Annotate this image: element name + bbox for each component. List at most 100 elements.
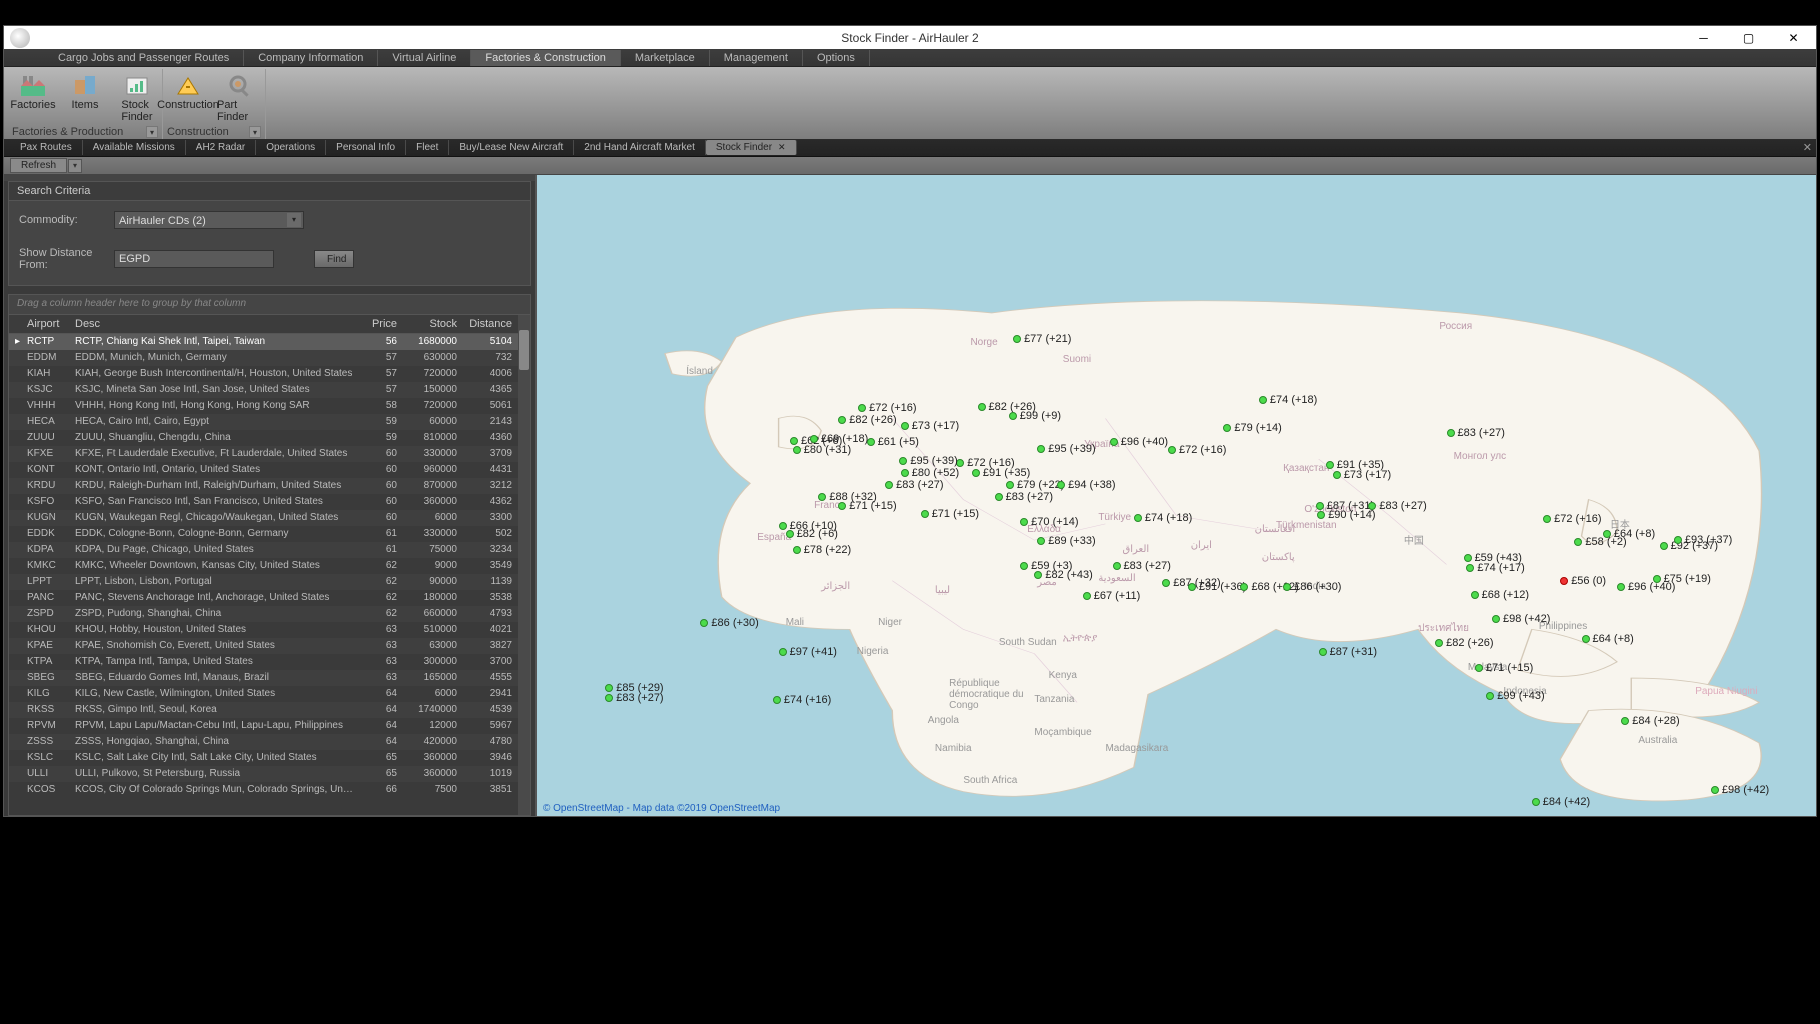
table-row[interactable]: KMKCKMKC, Wheeler Downtown, Kansas City,… <box>9 558 530 574</box>
table-row[interactable]: KSLCKSLC, Salt Lake City Intl, Salt Lake… <box>9 750 530 766</box>
table-row[interactable]: KSJCKSJC, Mineta San Jose Intl, San Jose… <box>9 382 530 398</box>
map-marker[interactable]: £79 (+22) <box>1006 479 1064 491</box>
map-marker[interactable]: £64 (+8) <box>1582 633 1634 645</box>
table-row[interactable]: ULLIULLI, Pulkovo, St Petersburg, Russia… <box>9 766 530 782</box>
map-marker[interactable]: £78 (+22) <box>793 544 851 556</box>
distance-from-input[interactable] <box>114 250 274 268</box>
subtab-operations[interactable]: Operations <box>256 140 326 155</box>
close-button[interactable]: ✕ <box>1771 26 1816 49</box>
table-row[interactable]: EDDKEDDK, Cologne-Bonn, Cologne-Bonn, Ge… <box>9 526 530 542</box>
subtab-personal-info[interactable]: Personal Info <box>326 140 406 155</box>
table-row[interactable]: KHOUKHOU, Hobby, Houston, United States6… <box>9 622 530 638</box>
map-marker[interactable]: £84 (+42) <box>1532 796 1590 808</box>
map-marker[interactable]: £94 (+38) <box>1057 479 1115 491</box>
map-marker[interactable]: £61 (+5) <box>867 436 919 448</box>
refresh-dropdown[interactable]: ▾ <box>68 159 82 173</box>
map-marker[interactable]: £72 (+16) <box>1543 513 1601 525</box>
table-row[interactable]: ▸RCTPRCTP, Chiang Kai Shek Intl, Taipei,… <box>9 334 530 350</box>
menu-tab-options[interactable]: Options <box>803 50 870 66</box>
commodity-select[interactable]: AirHauler CDs (2) ▾ <box>114 211 304 229</box>
map-marker[interactable]: £93 (+37) <box>1674 534 1732 546</box>
menu-tab-factories-construction[interactable]: Factories & Construction <box>471 50 620 66</box>
subtab-pax-routes[interactable]: Pax Routes <box>10 140 83 155</box>
map-marker[interactable]: £84 (+28) <box>1621 715 1679 727</box>
map-marker[interactable]: £83 (+27) <box>1368 500 1426 512</box>
map[interactable]: ÍslandNorgeSuomiРоссияУкраїнаFranceEspañ… <box>537 175 1816 816</box>
minimize-button[interactable]: ─ <box>1681 26 1726 49</box>
menu-tab-cargo-jobs-and-passenger-routes[interactable]: Cargo Jobs and Passenger Routes <box>44 50 244 66</box>
subtab-ah2-radar[interactable]: AH2 Radar <box>186 140 256 155</box>
subtab-stock-finder[interactable]: Stock Finder✕ <box>706 140 797 155</box>
table-row[interactable]: LPPTLPPT, Lisbon, Lisbon, Portugal629000… <box>9 574 530 590</box>
menu-tab-management[interactable]: Management <box>710 50 803 66</box>
table-row[interactable]: KDPAKDPA, Du Page, Chicago, United State… <box>9 542 530 558</box>
map-marker[interactable]: £69 (+18) <box>810 433 868 445</box>
map-marker[interactable]: £90 (+14) <box>1317 509 1375 521</box>
table-row[interactable]: KONTKONT, Ontario Intl, Ontario, United … <box>9 462 530 478</box>
maximize-button[interactable]: ▢ <box>1726 26 1771 49</box>
table-row[interactable]: RKSSRKSS, Gimpo Intl, Seoul, Korea641740… <box>9 702 530 718</box>
map-marker[interactable]: £98 (+42) <box>1492 613 1550 625</box>
map-marker[interactable]: £86 (+30) <box>700 617 758 629</box>
map-marker[interactable]: £68 (+12) <box>1471 589 1529 601</box>
map-marker[interactable]: £97 (+41) <box>779 646 837 658</box>
table-row[interactable]: SBEGSBEG, Eduardo Gomes Intl, Manaus, Br… <box>9 670 530 686</box>
map-marker[interactable]: £67 (+11) <box>1083 590 1141 602</box>
ribbon-group-expand[interactable]: ▾ <box>146 126 158 138</box>
map-marker[interactable]: £82 (+6) <box>786 528 838 540</box>
table-row[interactable]: KILGKILG, New Castle, Wilmington, United… <box>9 686 530 702</box>
map-marker[interactable]: £95 (+39) <box>899 455 957 467</box>
table-row[interactable]: ZSPDZSPD, Pudong, Shanghai, China6266000… <box>9 606 530 622</box>
subtab-buy-lease-new-aircraft[interactable]: Buy/Lease New Aircraft <box>449 140 574 155</box>
map-marker[interactable]: £99 (+43) <box>1486 690 1544 702</box>
map-marker[interactable]: £82 (+26) <box>1435 637 1493 649</box>
ribbon-group-expand[interactable]: ▾ <box>249 126 261 138</box>
map-marker[interactable]: £74 (+18) <box>1259 394 1317 406</box>
map-marker[interactable]: £87 (+31) <box>1319 646 1377 658</box>
table-row[interactable]: ZUUUZUUU, Shuangliu, Chengdu, China59810… <box>9 430 530 446</box>
table-row[interactable]: RPVMRPVM, Lapu Lapu/Mactan-Cebu Intl, La… <box>9 718 530 734</box>
table-row[interactable]: KSFOKSFO, San Francisco Intl, San Franci… <box>9 494 530 510</box>
map-marker[interactable]: £73 (+17) <box>901 420 959 432</box>
map-marker[interactable]: £89 (+33) <box>1037 535 1095 547</box>
map-marker[interactable]: £82 (+43) <box>1034 569 1092 581</box>
col-header-desc[interactable]: Desc <box>69 315 361 334</box>
col-header-distance[interactable]: Distance <box>463 315 518 334</box>
map-marker[interactable]: £80 (+31) <box>793 444 851 456</box>
group-by-bar[interactable]: Drag a column header here to group by th… <box>9 295 530 315</box>
table-row[interactable]: PANCPANC, Stevens Anchorage Intl, Anchor… <box>9 590 530 606</box>
col-header-stock[interactable]: Stock <box>403 315 463 334</box>
table-row[interactable]: KCOSKCOS, City Of Colorado Springs Mun, … <box>9 782 530 798</box>
map-marker[interactable]: £56 (0) <box>1560 575 1606 587</box>
map-marker[interactable]: £72 (+16) <box>1168 444 1226 456</box>
map-marker[interactable]: £83 (+27) <box>1113 560 1171 572</box>
subtab-fleet[interactable]: Fleet <box>406 140 449 155</box>
table-row[interactable]: HECAHECA, Cairo Intl, Cairo, Egypt596000… <box>9 414 530 430</box>
table-row[interactable]: KFXEKFXE, Ft Lauderdale Executive, Ft La… <box>9 446 530 462</box>
table-row[interactable]: EDDMEDDM, Munich, Munich, Germany5763000… <box>9 350 530 366</box>
map-marker[interactable]: £64 (+8) <box>1603 528 1655 540</box>
menu-tab-company-information[interactable]: Company Information <box>244 50 378 66</box>
menu-tab-virtual-airline[interactable]: Virtual Airline <box>378 50 471 66</box>
ribbon-partfinder-button[interactable]: Part Finder <box>215 69 265 123</box>
table-row[interactable]: KIAHKIAH, George Bush Intercontinental/H… <box>9 366 530 382</box>
table-row[interactable]: KPAEKPAE, Snohomish Co, Everett, United … <box>9 638 530 654</box>
map-marker[interactable]: £74 (+16) <box>773 694 831 706</box>
ribbon-stock-button[interactable]: StockFinder <box>112 69 162 123</box>
map-marker[interactable]: £95 (+39) <box>1037 443 1095 455</box>
map-marker[interactable]: £86 (+30) <box>1283 581 1341 593</box>
map-marker[interactable]: £77 (+21) <box>1013 333 1071 345</box>
ribbon-construction-button[interactable]: Construction <box>163 69 213 123</box>
ribbon-factory-button[interactable]: Factories <box>8 69 58 123</box>
menu-tab-marketplace[interactable]: Marketplace <box>621 50 710 66</box>
map-marker[interactable]: £71 (+15) <box>838 500 896 512</box>
map-marker[interactable]: £80 (+52) <box>901 467 959 479</box>
map-marker[interactable]: £79 (+14) <box>1223 422 1281 434</box>
col-header-airport[interactable]: Airport <box>21 315 69 334</box>
map-marker[interactable]: £82 (+26) <box>838 414 896 426</box>
grid-scrollbar[interactable] <box>518 315 530 815</box>
subtab-available-missions[interactable]: Available Missions <box>83 140 186 155</box>
map-marker[interactable]: £72 (+16) <box>956 457 1014 469</box>
table-row[interactable]: KUGNKUGN, Waukegan Regl, Chicago/Waukega… <box>9 510 530 526</box>
map-marker[interactable]: £96 (+40) <box>1617 581 1675 593</box>
